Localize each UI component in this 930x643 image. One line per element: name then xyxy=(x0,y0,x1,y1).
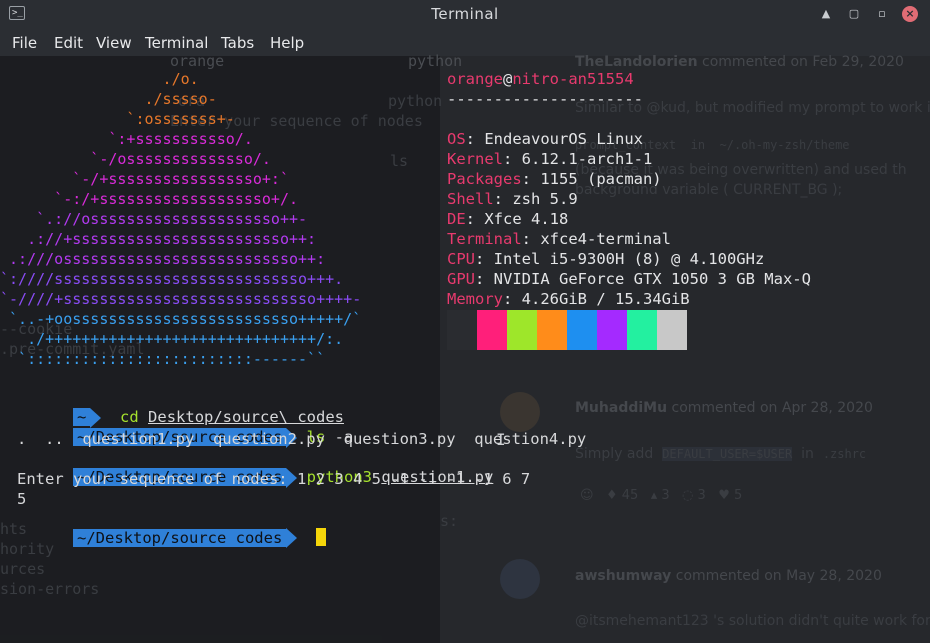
info-row: DE: Xfce 4.18 xyxy=(447,210,569,228)
menu-edit[interactable]: Edit xyxy=(54,34,83,52)
avatar xyxy=(500,559,540,599)
info-row: Terminal: xfce4-terminal xyxy=(447,230,671,248)
ghost-text: s: xyxy=(440,512,459,530)
text-cursor xyxy=(315,528,326,546)
menu-tabs[interactable]: Tabs xyxy=(221,34,254,52)
ghost-text: python xyxy=(408,52,463,70)
color-swatch xyxy=(447,310,477,350)
info-row: Memory: 4.26GiB / 15.34GiB xyxy=(447,290,690,308)
info-value: xfce4-terminal xyxy=(540,230,671,248)
menu-help[interactable]: Help xyxy=(270,34,304,52)
color-swatch xyxy=(477,310,507,350)
logo-line: `..-+oosssssssssssssssssssssssso+++++/` xyxy=(0,310,362,328)
info-key: DE xyxy=(447,210,466,228)
mouse-ibeam-icon: I xyxy=(496,430,506,449)
info-value: Intel i5-9300H (8) @ 4.100GHz xyxy=(493,250,765,268)
user-host: orange@nitro-an51554 xyxy=(447,70,634,88)
color-swatch xyxy=(657,310,687,350)
ghost-text: python xyxy=(388,92,443,110)
ghost-left-line: sion-errors xyxy=(0,580,100,598)
prompt-path: ~/Desktop/source codes xyxy=(73,529,287,547)
info-key: Shell xyxy=(447,190,494,208)
ghost-text: ls xyxy=(390,152,409,170)
logo-line: ./o. xyxy=(0,70,199,88)
info-key: Packages xyxy=(447,170,522,188)
info-row: GPU: NVIDIA GeForce GTX 1050 3 GB Max-Q xyxy=(447,270,811,288)
logo-line: `.://osssssssssssssssssssso++- xyxy=(0,210,308,228)
info-key: GPU xyxy=(447,270,475,288)
info-value: 4.26GiB / 15.34GiB xyxy=(521,290,690,308)
logo-line: `:::::::::::::::::::::::::------`` xyxy=(0,350,326,368)
color-swatch xyxy=(507,310,537,350)
maximize-icon[interactable]: ▢ xyxy=(846,6,862,22)
close-icon[interactable]: × xyxy=(902,6,918,22)
prompt-arrow-icon xyxy=(286,528,298,548)
logo-line: .://+ssssssssssssssssssssssso++: xyxy=(0,230,317,248)
info-value: 6.12.1-arch1-1 xyxy=(521,150,653,168)
info-row: Shell: zsh 5.9 xyxy=(447,190,578,208)
info-value: NVIDIA GeForce GTX 1050 3 GB Max-Q xyxy=(493,270,811,288)
color-swatch xyxy=(537,310,567,350)
info-row: OS: EndeavourOS Linux xyxy=(447,130,643,148)
program-output: 5 xyxy=(17,490,27,508)
color-swatch xyxy=(567,310,597,350)
logo-line: `-/+sssssssssssssssso+:` xyxy=(0,170,289,188)
info-row: CPU: Intel i5-9300H (8) @ 4.100GHz xyxy=(447,250,765,268)
info-value: EndeavourOS Linux xyxy=(484,130,643,148)
comment-text: Simply add DEFAULT_USER=$USER in .zshrc xyxy=(575,446,867,462)
logo-line: `-:/+sssssssssssssssssso+/. xyxy=(0,190,299,208)
logo-line: .:///ossssssssssssssssssssssssso++: xyxy=(0,250,326,268)
terminal-window: >_ Terminal ▲ ▢ ▫ × File Edit View Termi… xyxy=(0,0,930,643)
logo-line: ./sssso- xyxy=(0,90,217,108)
avatar xyxy=(500,392,540,432)
menu-terminal[interactable]: Terminal xyxy=(145,34,208,52)
menu-bar: File Edit View Terminal Tabs Help xyxy=(0,28,930,56)
ghost-text: orange xyxy=(170,52,225,70)
info-key: Memory xyxy=(447,290,503,308)
info-row: Kernel: 6.12.1-arch1-1 xyxy=(447,150,653,168)
menu-file[interactable]: File xyxy=(12,34,37,52)
logo-line: `-////+ssssssssssssssssssssssssssso++++- xyxy=(0,290,362,308)
minimize-icon[interactable]: ▲ xyxy=(818,6,834,22)
comment-author: awshumway commented on May 28, 2020 xyxy=(575,568,882,584)
reactions: ☺ ♦ 45 ▴ 3 ◌ 3 ♥ 5 xyxy=(580,488,743,503)
info-value: Xfce 4.18 xyxy=(484,210,569,228)
info-value: zsh 5.9 xyxy=(512,190,578,208)
menu-view[interactable]: View xyxy=(96,34,132,52)
color-swatch xyxy=(627,310,657,350)
comment-author: TheLandolorien commented on Feb 29, 2020 xyxy=(575,54,904,70)
title-bar[interactable]: >_ Terminal ▲ ▢ ▫ × xyxy=(0,0,930,28)
logo-line: ./++++++++++++++++++++++++++++++/:. xyxy=(0,330,344,348)
logo-line: `:osssssss+- xyxy=(0,110,235,128)
restore-icon[interactable]: ▫ xyxy=(874,6,890,22)
info-key: CPU xyxy=(447,250,475,268)
info-value: 1155 (pacman) xyxy=(540,170,662,188)
program-output: Enter your sequence of nodes: 1 2 3 4 5 … xyxy=(17,470,531,488)
window-title: Terminal xyxy=(431,5,499,23)
info-key: Terminal xyxy=(447,230,522,248)
info-key: Kernel xyxy=(447,150,503,168)
separator: --------------------- xyxy=(447,90,643,108)
logo-line: `-/ossssssssssssso/. xyxy=(0,150,271,168)
terminal-area[interactable]: orange python ora python Enter your sequ… xyxy=(0,52,930,643)
color-swatch xyxy=(597,310,627,350)
info-key: OS xyxy=(447,130,466,148)
info-row: Packages: 1155 (pacman) xyxy=(447,170,662,188)
comment-author: MuhaddiMu commented on Apr 28, 2020 xyxy=(575,400,873,416)
comment-text: @itsmehemant123 's solution didn't quite… xyxy=(575,613,930,629)
logo-line: `:+sssssssssso/. xyxy=(0,130,253,148)
prompt-line-4[interactable]: ~/Desktop/source codes xyxy=(17,510,326,566)
logo-line: `:////ssssssssssssssssssssssssssso+++. xyxy=(0,270,344,288)
